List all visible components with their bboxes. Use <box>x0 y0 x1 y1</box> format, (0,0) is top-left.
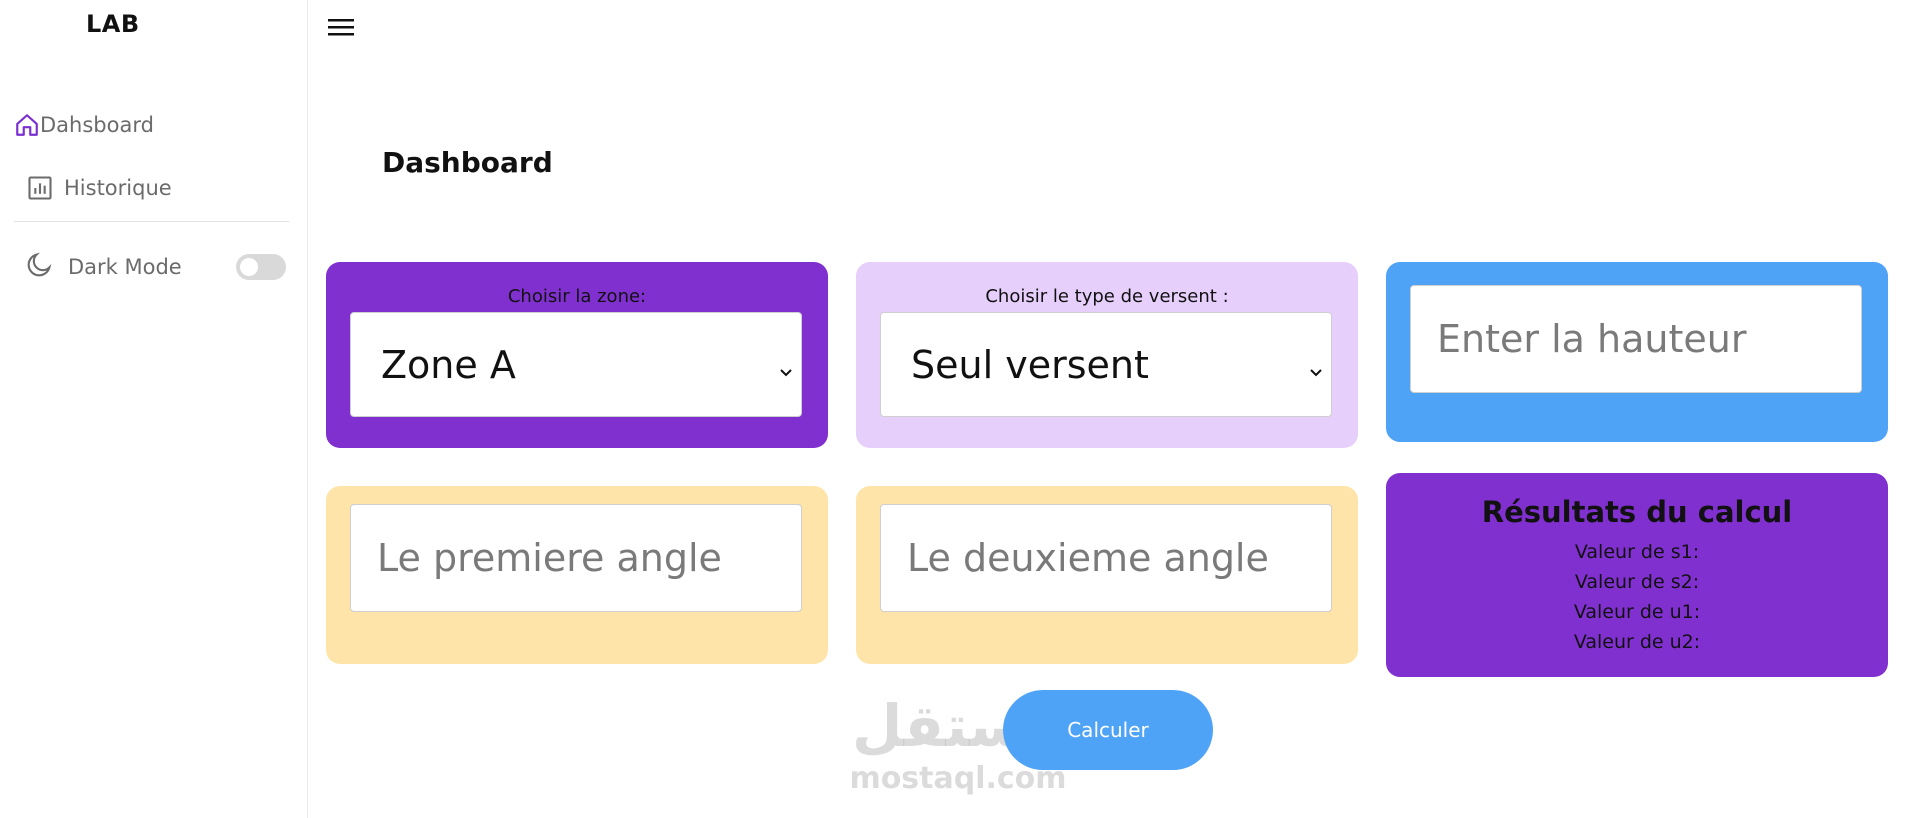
sidebar-item-historique[interactable]: Historique <box>26 174 172 202</box>
bar-chart-icon <box>26 174 54 202</box>
type-card: Choisir le type de versent : Seul versen… <box>856 262 1358 448</box>
results-card: Résultats du calcul Valeur de s1: Valeur… <box>1386 473 1888 677</box>
toggle-knob <box>240 257 258 276</box>
result-s2: Valeur de s2: <box>1574 571 1700 593</box>
result-u2: Valeur de u2: <box>1573 631 1701 653</box>
hauteur-card <box>1386 262 1888 442</box>
chevron-down-icon <box>1309 343 1323 387</box>
sidebar: LAB Dahsboard Historique Dark Mode <box>0 0 308 818</box>
type-label: Choisir le type de versent : <box>985 286 1229 307</box>
calculate-button[interactable]: Calculer <box>1003 690 1213 770</box>
sidebar-item-dashboard[interactable]: Dahsboard <box>14 112 154 138</box>
angle1-card <box>326 486 828 664</box>
type-select[interactable]: Seul versent <box>880 312 1332 417</box>
app-root: LAB Dahsboard Historique Dark Mode Dashb… <box>0 0 1911 818</box>
hamburger-menu-icon[interactable] <box>326 15 360 41</box>
angle2-card <box>856 486 1358 664</box>
sidebar-item-label: Dahsboard <box>40 113 154 137</box>
first-angle-input[interactable] <box>350 504 802 612</box>
dark-mode-toggle[interactable] <box>236 253 286 280</box>
moon-icon <box>26 250 54 283</box>
zone-select[interactable]: Zone A <box>350 312 802 417</box>
type-selected-value: Seul versent <box>911 342 1149 387</box>
sidebar-item-label: Historique <box>64 176 172 200</box>
hauteur-input[interactable] <box>1410 285 1862 393</box>
zone-card: Choisir la zone: Zone A <box>326 262 828 448</box>
result-s1: Valeur de s1: <box>1574 541 1700 563</box>
chevron-down-icon <box>779 343 793 387</box>
result-u1: Valeur de u1: <box>1573 601 1701 623</box>
zone-selected-value: Zone A <box>381 342 516 387</box>
home-icon <box>14 112 40 138</box>
page-title: Dashboard <box>382 146 553 179</box>
dark-mode-row: Dark Mode <box>26 250 286 283</box>
zone-label: Choisir la zone: <box>507 286 647 307</box>
results-title: Résultats du calcul <box>1481 495 1793 529</box>
dark-mode-label: Dark Mode <box>68 254 182 279</box>
brand-logo: LAB <box>86 10 140 38</box>
sidebar-divider <box>14 221 289 222</box>
second-angle-input[interactable] <box>880 504 1332 612</box>
